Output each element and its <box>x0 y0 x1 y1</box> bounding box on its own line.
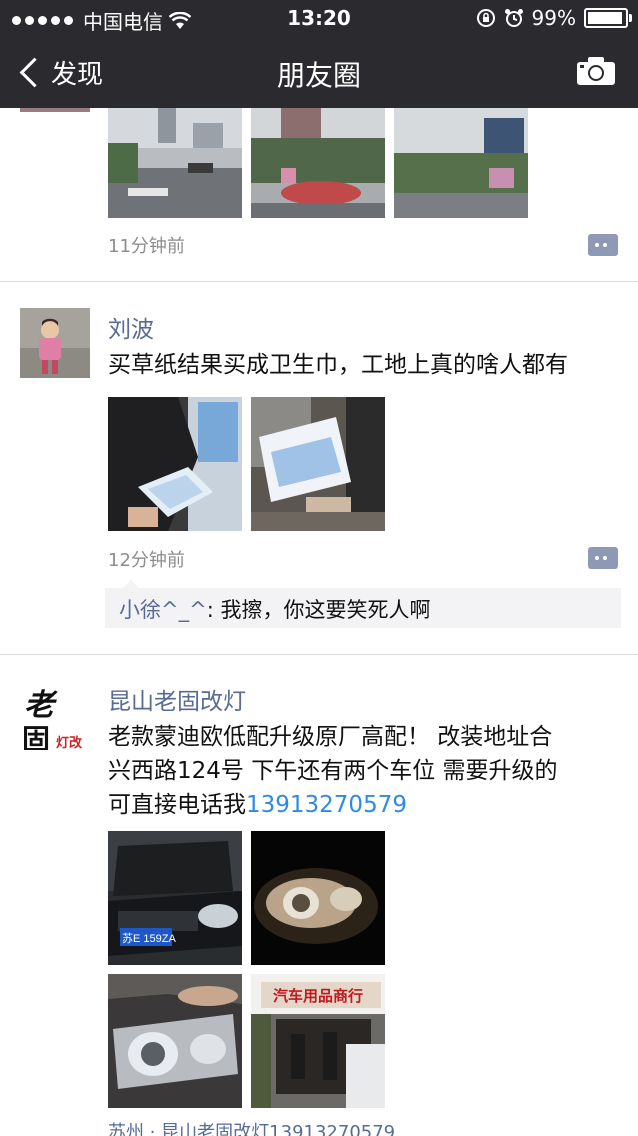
post-text: 买草纸结果买成卫生巾，工地上真的啥人都有 <box>108 352 568 378</box>
comment-item[interactable]: 小徐^_^: 我擦，你这要笑死人啊 <box>119 594 430 624</box>
post-text-fragment: 可直接电话我 <box>108 792 246 818</box>
navigation-bar: 发现 朋友圈 <box>0 36 638 108</box>
post-divider <box>0 654 638 655</box>
post-photo[interactable]: 汽车用品商行 <box>251 974 385 1108</box>
moments-feed[interactable]: 11分钟前 刘波 买草纸结果买成卫生巾，工地上真的啥人都有 12分钟前 小徐^_… <box>0 108 638 1136</box>
post-photo[interactable] <box>108 397 242 531</box>
comment-author[interactable]: 小徐^_^ <box>119 598 207 622</box>
post-text: 老款蒙迪欧低配升级原厂高配！ 改装地址合 兴西路124号 下午还有两个车位 需要… <box>108 720 608 822</box>
comment-icon[interactable] <box>588 234 618 256</box>
post-photo[interactable] <box>251 831 385 965</box>
post-location[interactable]: 苏州 · 昆山老固改灯13913270579 <box>108 1118 395 1136</box>
post-timestamp: 12分钟前 <box>108 550 185 571</box>
post-photo[interactable] <box>251 108 385 218</box>
post-text-line: 可直接电话我13913270579 <box>108 788 608 822</box>
logo-char: 固 <box>22 723 51 750</box>
post-photo[interactable] <box>20 108 90 112</box>
post-photo[interactable] <box>394 108 528 218</box>
logo-sub: 灯改 <box>56 736 83 750</box>
post-text-line: 兴西路124号 下午还有两个车位 需要升级的 <box>108 758 558 784</box>
comment-body: 我擦，你这要笑死人啊 <box>220 598 431 622</box>
page-title: 朋友圈 <box>276 59 361 92</box>
post-text-line: 老款蒙迪欧低配升级原厂高配！ 改装地址合 <box>108 724 553 750</box>
post-author[interactable]: 昆山老固改灯 <box>108 682 246 716</box>
camera-icon[interactable] <box>576 56 616 86</box>
avatar[interactable] <box>20 308 90 378</box>
post-divider <box>0 281 638 282</box>
status-bar: 中国电信 13:20 99% <box>0 0 638 36</box>
post-timestamp: 11分钟前 <box>108 236 185 257</box>
post-photo[interactable] <box>108 974 242 1108</box>
battery-percent: 99% <box>531 6 576 30</box>
post-photo[interactable]: 苏E 159ZA <box>108 831 242 965</box>
comment-separator: : <box>206 598 221 622</box>
status-right: 99% <box>476 6 632 30</box>
rotation-lock-icon <box>476 9 495 27</box>
license-plate: 苏E 159ZA <box>122 932 176 945</box>
post-photo[interactable] <box>251 397 385 531</box>
alarm-icon <box>504 9 523 27</box>
avatar[interactable]: 老 固 灯改 <box>20 680 90 750</box>
post-photo[interactable] <box>108 108 242 218</box>
shop-sign: 汽车用品商行 <box>273 987 363 1005</box>
comment-list: 小徐^_^: 我擦，你这要笑死人啊 <box>105 580 621 628</box>
comment-icon[interactable] <box>588 547 618 569</box>
post-author[interactable]: 刘波 <box>108 310 154 344</box>
phone-link[interactable]: 13913270579 <box>246 792 407 818</box>
battery-icon <box>584 8 632 28</box>
